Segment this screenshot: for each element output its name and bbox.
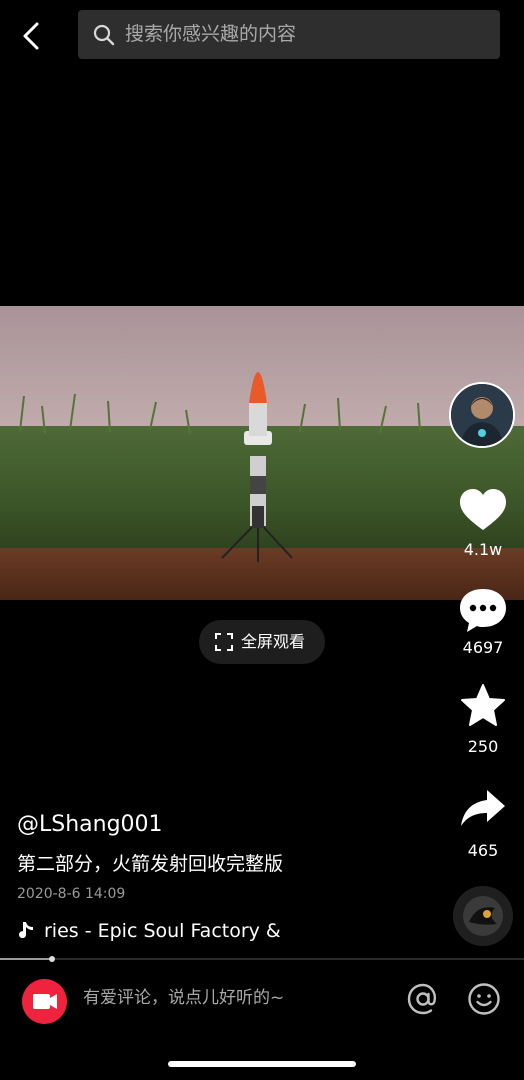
comment-bubble-icon: [460, 589, 506, 632]
like-button[interactable]: [455, 486, 511, 534]
post-date: 2020-8-6 14:09: [17, 886, 126, 902]
heart-icon: [460, 489, 506, 530]
share-arrow-icon: [461, 790, 505, 826]
comment-button[interactable]: [455, 586, 511, 634]
video-progress-bar[interactable]: [0, 956, 524, 962]
at-icon: [407, 983, 437, 1015]
fullscreen-label: 全屏观看: [241, 632, 306, 651]
mention-button[interactable]: [404, 980, 442, 1018]
fullscreen-icon: [215, 633, 233, 651]
share-count: 465: [467, 841, 499, 860]
music-note-icon: [19, 922, 33, 939]
back-button[interactable]: [14, 18, 50, 54]
avatar-image: [451, 384, 513, 446]
author-avatar[interactable]: [449, 382, 515, 448]
share-button[interactable]: [455, 786, 511, 834]
chevron-left-icon: [23, 22, 39, 50]
comment-input[interactable]: 有爱评论，说点儿好听的~: [83, 985, 284, 1011]
video-title: 第二部分，火箭发射回收完整版: [17, 853, 284, 875]
music-info[interactable]: ries - Epic Soul Factory &: [17, 918, 292, 946]
fullscreen-button[interactable]: 全屏观看: [199, 620, 325, 664]
search-placeholder: 搜索你感兴趣的内容: [125, 23, 297, 45]
music-title: ries - Epic Soul Factory &: [44, 920, 281, 942]
record-button[interactable]: [22, 979, 67, 1024]
comment-count: 4697: [462, 638, 504, 657]
music-disc[interactable]: [453, 886, 513, 946]
emoji-button[interactable]: [467, 982, 501, 1016]
home-indicator: [168, 1061, 356, 1067]
search-icon: [93, 24, 115, 46]
progress-handle[interactable]: [49, 956, 56, 962]
like-count: 4.1w: [463, 540, 503, 559]
video-camera-icon: [33, 994, 57, 1009]
star-icon: [461, 684, 505, 726]
music-disc-image: [453, 886, 513, 946]
smiley-icon: [468, 983, 500, 1015]
favorite-button[interactable]: [455, 682, 511, 730]
author-name[interactable]: @LShang001: [17, 810, 163, 840]
favorite-count: 250: [467, 737, 499, 756]
progress-fill: [0, 958, 53, 960]
search-bar[interactable]: 搜索你感兴趣的内容: [78, 10, 500, 59]
